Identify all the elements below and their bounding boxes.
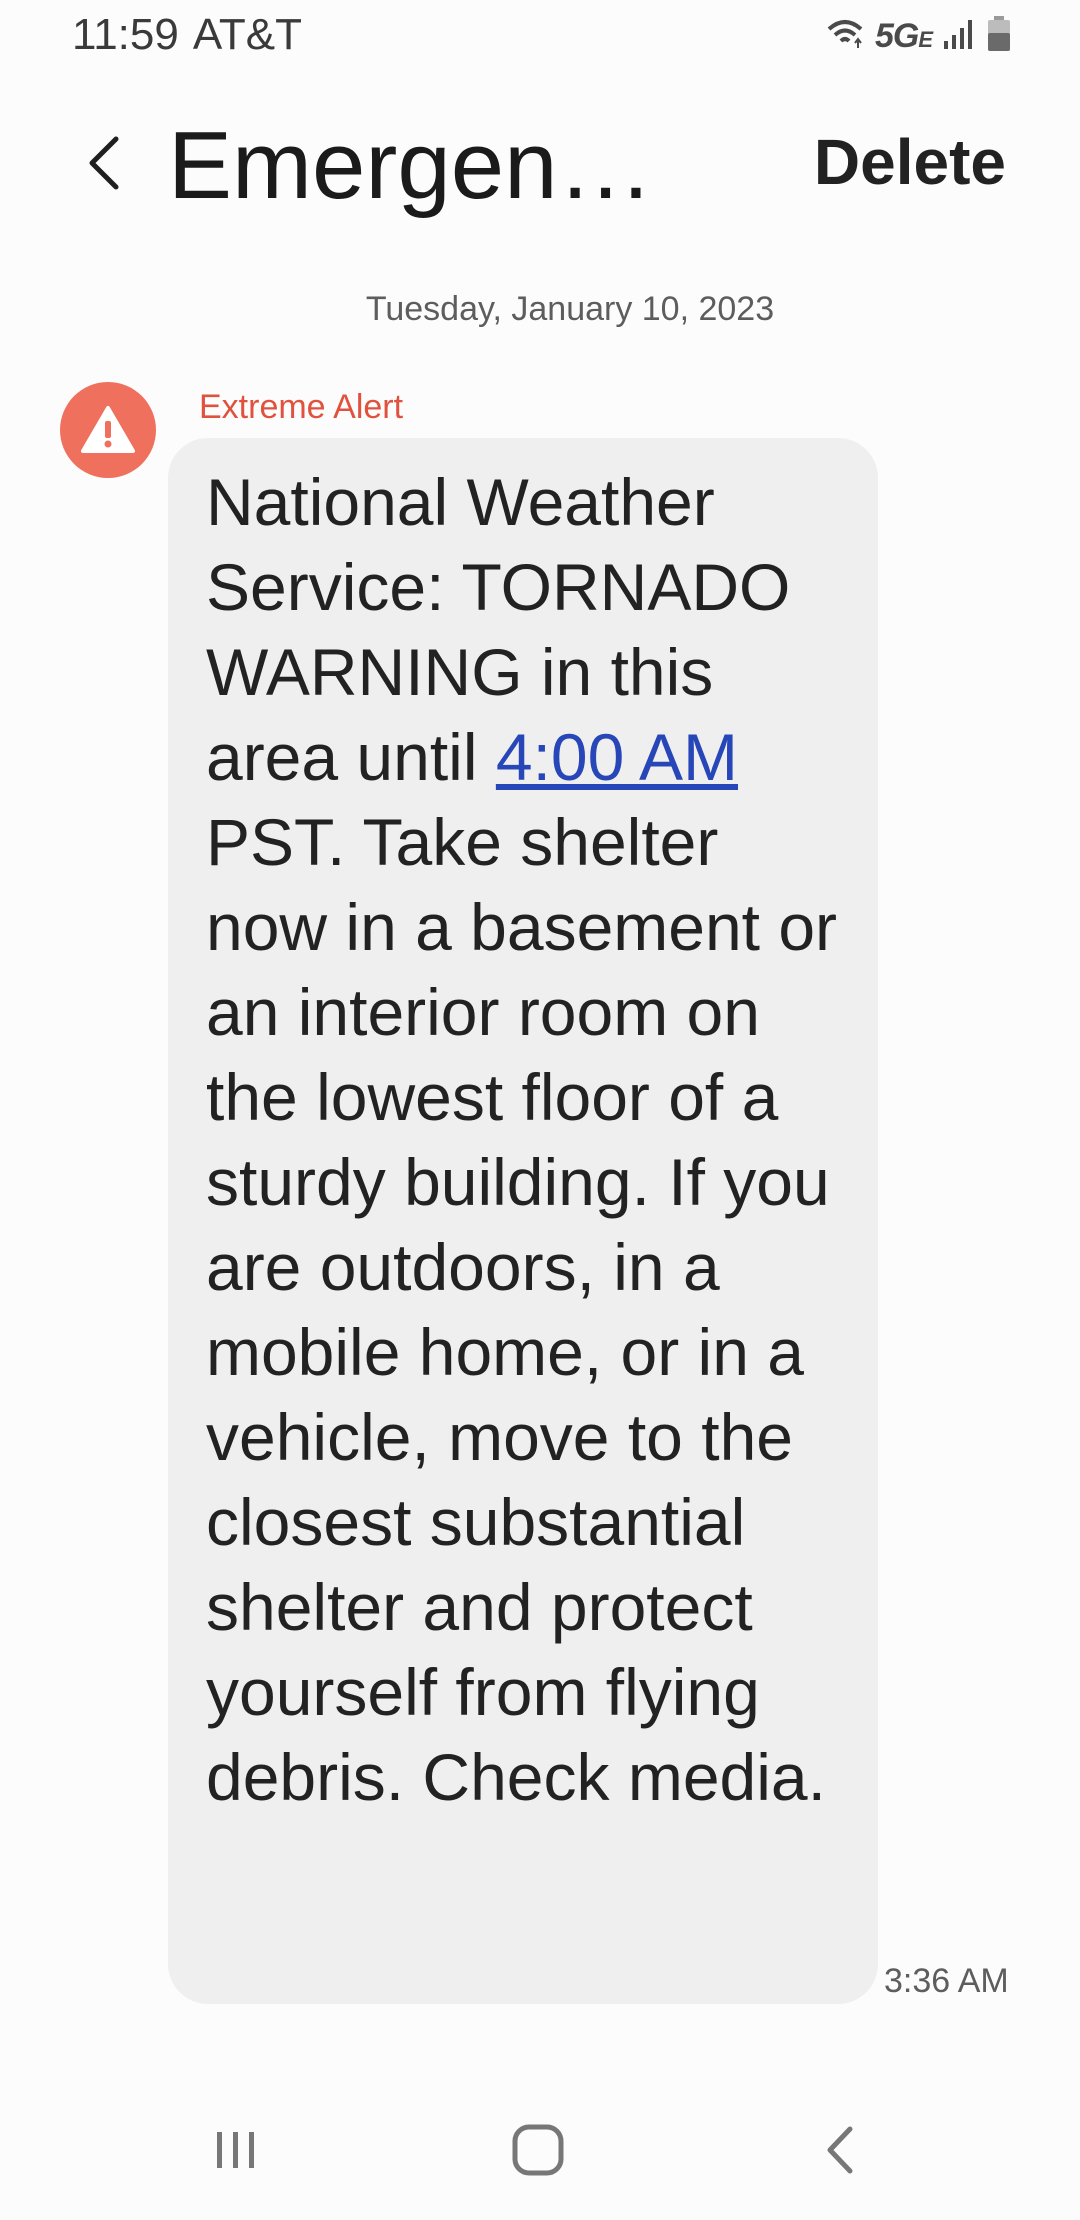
chevron-left-icon: [89, 136, 119, 190]
home-button[interactable]: [488, 2100, 588, 2200]
wifi-icon: [825, 17, 865, 56]
status-bar: 11:59 AT&T 5GE: [0, 0, 1080, 72]
signal-icon: [942, 17, 976, 56]
network-type-label: 5GE: [874, 16, 933, 55]
battery-icon: [986, 15, 1012, 58]
back-button[interactable]: [60, 118, 150, 208]
navigation-bar: [0, 2080, 1080, 2220]
message-timestamp: 3:36 AM: [884, 1962, 1009, 2000]
page-title: Emergenc...: [168, 112, 668, 219]
recent-apps-icon: [217, 2132, 254, 2168]
date-divider: Tuesday, January 10, 2023: [365, 290, 775, 328]
status-icons: 5GE: [825, 14, 1012, 58]
home-icon: [512, 2124, 564, 2176]
recent-apps-button[interactable]: [186, 2100, 286, 2200]
status-carrier: AT&T: [192, 10, 303, 59]
message-bubble[interactable]: National Weather Service: TORNADO WARNIN…: [168, 438, 878, 2004]
message-time-link[interactable]: 4:00 AM: [496, 720, 738, 794]
nav-back-button[interactable]: [790, 2100, 890, 2200]
status-left: 11:59 AT&T: [72, 10, 302, 60]
status-time: 11:59: [72, 10, 179, 59]
sender-label: Extreme Alert: [199, 388, 404, 426]
sender-avatar[interactable]: [60, 382, 156, 478]
app-header: Emergenc... Delete: [0, 100, 1080, 230]
warning-triangle-icon: [81, 406, 135, 453]
back-icon: [827, 2126, 853, 2174]
message-text: National Weather Service: TORNADO WARNIN…: [206, 465, 838, 1814]
delete-button[interactable]: Delete: [814, 122, 1006, 202]
